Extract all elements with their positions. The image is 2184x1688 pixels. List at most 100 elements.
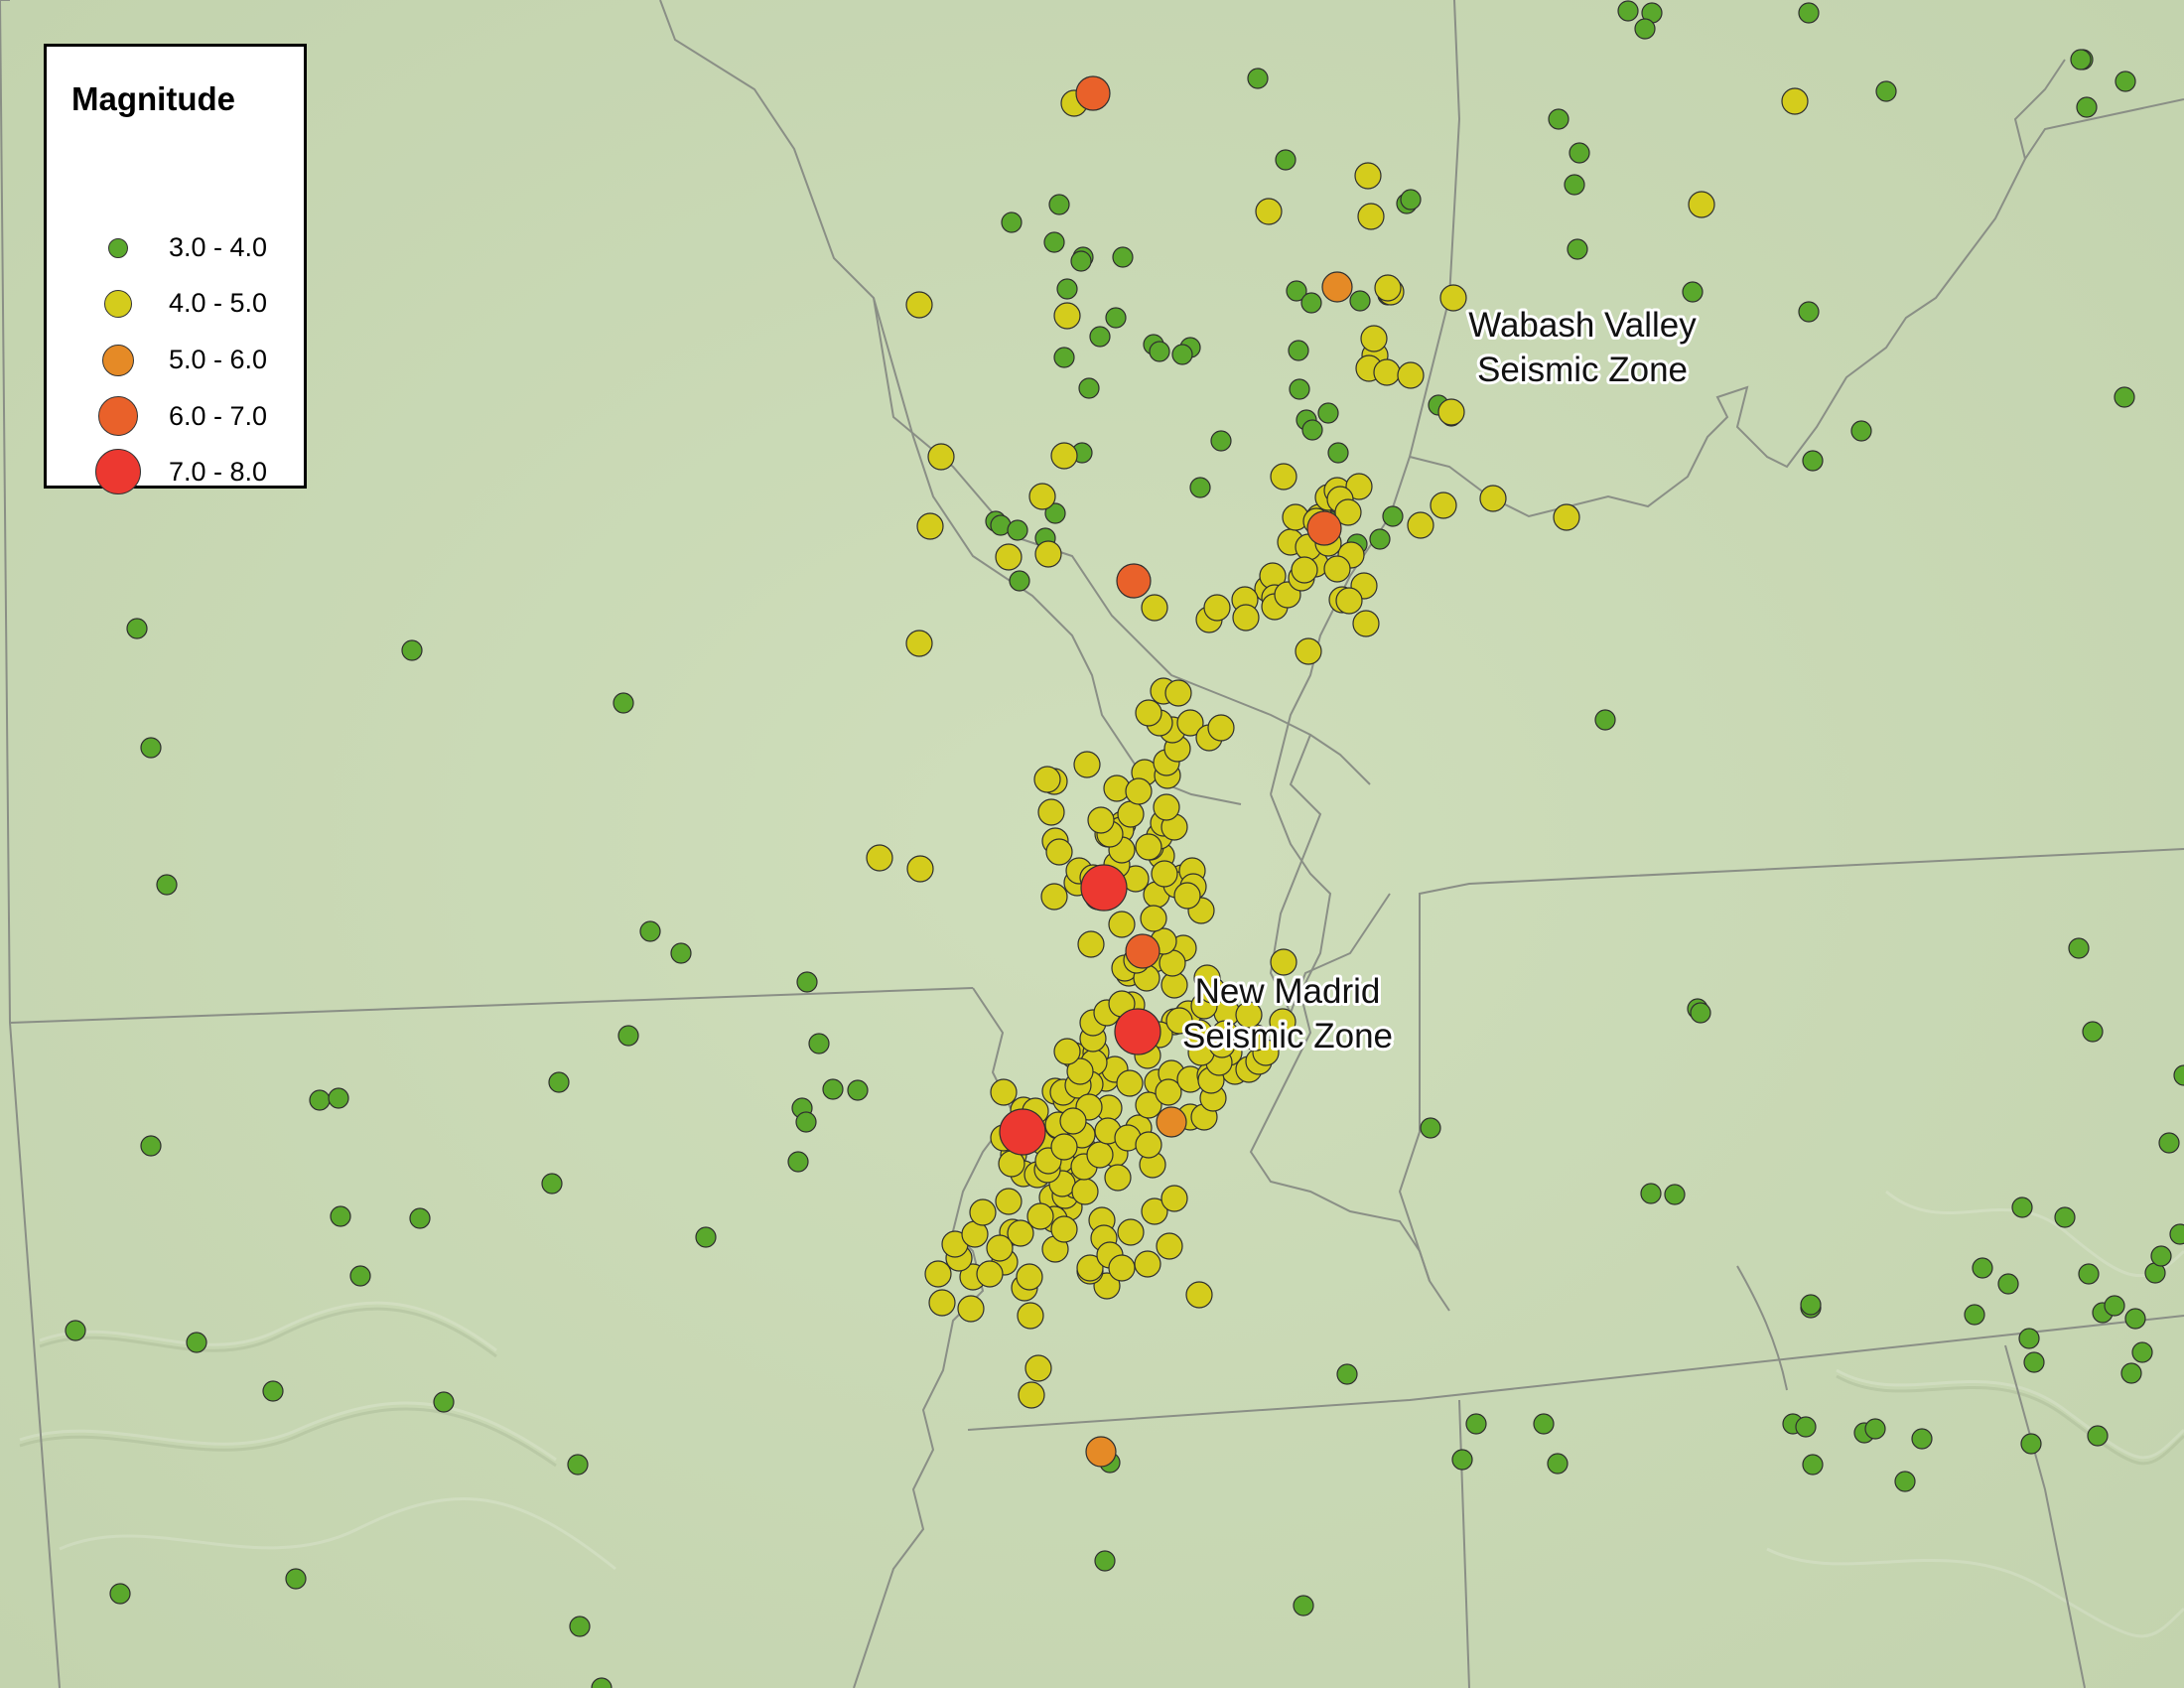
earthquake-marker [1295,637,1322,665]
earthquake-marker [1232,604,1260,632]
earthquake-marker [1270,463,1297,491]
earthquake-marker [1548,108,1570,130]
earthquake-marker [1690,1002,1711,1024]
legend-label: 7.0 - 8.0 [169,457,268,487]
earthquake-marker [1321,271,1353,303]
earthquake-marker [1048,194,1070,215]
earthquake-marker [1289,378,1310,400]
earthquake-marker [1085,1436,1117,1468]
earthquake-marker [1894,1471,1916,1492]
earthquake-marker [1160,1185,1188,1212]
earthquake-marker [1569,142,1590,164]
earthquake-marker [1293,1595,1314,1617]
earthquake-marker [140,737,162,759]
earthquake-marker [409,1207,431,1229]
earthquake-marker [906,855,934,883]
earthquake-marker [126,618,148,639]
earthquake-marker [1028,483,1056,510]
earthquake-marker [1116,563,1152,599]
earthquake-marker [905,630,933,657]
earthquake-marker [924,1260,952,1288]
earthquake-marker [1802,450,1824,472]
earthquake-marker [1795,1416,1817,1438]
earthquake-marker [548,1071,570,1093]
legend-item: 5.0 - 6.0 [47,337,304,386]
earthquake-marker [927,443,955,471]
earthquake-marker [1664,1184,1686,1205]
earthquake-marker [1071,1178,1099,1205]
earthquake-marker [1016,1263,1043,1291]
earthquake-marker [401,639,423,661]
earthquake-marker [822,1078,844,1100]
legend-item: 6.0 - 7.0 [47,392,304,442]
earthquake-marker [1050,1215,1078,1243]
earthquake-marker [2070,49,2092,70]
earthquake-marker [1617,0,1639,22]
earthquake-marker [1451,1449,1473,1471]
earthquake-marker [1850,420,1872,442]
earthquake-marker [1798,2,1820,24]
earthquake-marker [695,1226,717,1248]
magnitude-legend: Magnitude 3.0 - 4.0 4.0 - 5.0 5.0 - 6.0 … [44,44,307,494]
earthquake-marker [1001,211,1023,233]
earthquake-marker [1117,800,1145,828]
earthquake-marker [808,1033,830,1055]
earthquake-marker [1114,1008,1161,1055]
earthquake-marker [866,844,893,872]
earthquake-marker [1247,68,1269,89]
earthquake-marker [1374,274,1402,302]
earthquake-marker [1275,149,1297,171]
earthquake-marker [2131,1341,2153,1363]
earthquake-marker [639,920,661,942]
earthquake-marker [1105,307,1127,329]
earthquake-marker [1189,477,1211,498]
earthquake-marker [1135,833,1162,861]
earthquake-marker [186,1332,207,1353]
legend-label: 4.0 - 5.0 [169,288,268,318]
earthquake-marker [1207,714,1235,742]
earthquake-marker [1682,281,1704,303]
earthquake-marker [1153,793,1180,821]
earthquake-marker [1465,1413,1487,1435]
earthquake-marker [1964,1304,1985,1326]
earthquake-marker [2054,1206,2076,1228]
earthquake-marker [1043,231,1065,253]
earthquake-marker [847,1079,869,1101]
earthquake-marker [2104,1295,2125,1317]
earthquake-marker [1352,610,1380,637]
map-canvas: Wabash Valley Seismic Zone New Madrid Se… [0,0,2184,1688]
earthquake-marker [1108,911,1136,938]
legend-item: 4.0 - 5.0 [47,280,304,330]
earthquake-marker [1086,1141,1114,1169]
earthquake-marker [2011,1196,2033,1218]
earthquake-marker [1997,1273,2019,1295]
earthquake-marker [1056,278,1078,300]
earthquake-marker [995,1188,1023,1215]
earthquake-marker [1781,87,1809,115]
earthquake-marker [569,1616,591,1637]
legend-swatch-6-7 [98,396,138,436]
earthquake-marker [1567,238,1588,260]
earthquake-marker [1439,284,1467,312]
earthquake-marker [1140,905,1167,932]
legend-label: 5.0 - 6.0 [169,345,268,374]
earthquake-marker [541,1173,563,1195]
legend-title: Magnitude [71,80,235,117]
earthquake-marker [1336,1363,1358,1385]
earthquake-marker [1349,290,1371,312]
earthquake-marker [328,1087,349,1109]
earthquake-marker [1210,430,1232,452]
earthquake-marker [1301,419,1323,441]
seismicity-map: Wabash Valley Seismic Zone New Madrid Se… [0,0,2184,1688]
earthquake-marker [1798,301,1820,323]
earthquake-marker [1437,398,1465,426]
earthquake-marker [990,1078,1018,1106]
earthquake-marker [1864,1418,1886,1440]
earthquake-marker [156,874,178,896]
legend-label: 3.0 - 4.0 [169,232,268,262]
legend-swatch-7-8 [95,449,141,494]
earthquake-marker [1009,570,1030,592]
earthquake-marker [2082,1021,2104,1043]
earthquake-marker [1034,540,1062,568]
earthquake-marker [1089,326,1111,348]
